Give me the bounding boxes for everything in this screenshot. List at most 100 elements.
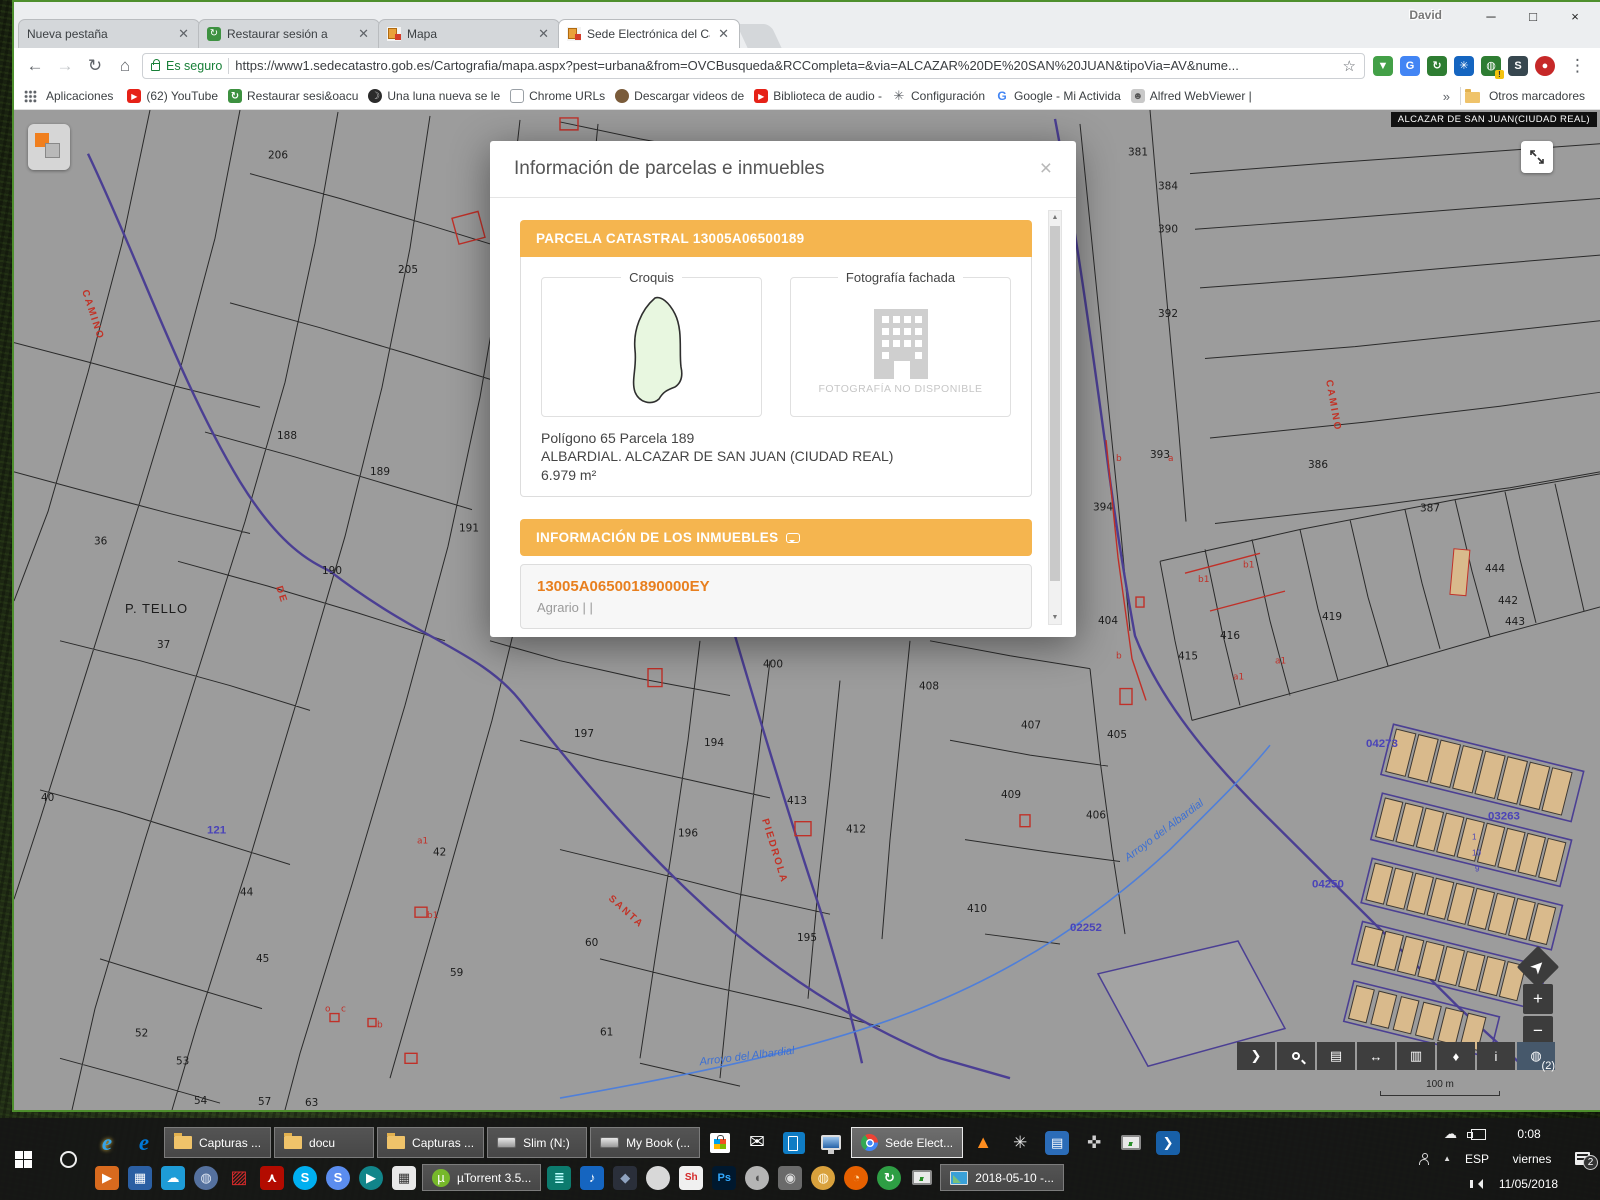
address-bar[interactable]: Es seguro https://www1.sedecatastro.gob.…	[142, 53, 1365, 79]
taskbar-window-utorrent[interactable]: µµTorrent 3.5...	[422, 1164, 541, 1191]
inmueble-card[interactable]: 13005A065001890000EY Agrario | |	[520, 564, 1032, 629]
street-view-icon[interactable]: ◍(2)	[1517, 1042, 1555, 1070]
people-icon[interactable]	[1419, 1159, 1429, 1165]
speaker-icon[interactable]	[1473, 1179, 1483, 1189]
translate-extension-icon[interactable]: G	[1400, 56, 1420, 76]
network-icon[interactable]	[1471, 1129, 1486, 1140]
calculator-icon-button[interactable]: ▦	[389, 1165, 419, 1191]
back-icon[interactable]: ←	[22, 53, 48, 79]
camera-app-icon-button[interactable]: ◉	[775, 1165, 805, 1191]
microsoft-store-icon-button[interactable]	[703, 1127, 737, 1159]
taskbar-window-capturas-1[interactable]: Capturas ...	[164, 1127, 271, 1158]
tab-close-icon[interactable]: ✕	[176, 26, 191, 42]
admin-tools-icon-button[interactable]: ✜	[1077, 1127, 1111, 1159]
presentation-app-icon-button[interactable]: ▤	[1040, 1127, 1074, 1159]
tab-restaurar-sesi-oacut[interactable]: ↻Restaurar sesión a✕	[198, 19, 380, 48]
mail-icon-button[interactable]: ✉	[740, 1127, 774, 1159]
bookmarks-overflow-icon[interactable]: »	[1437, 89, 1456, 104]
download-arrow-extension-icon[interactable]: ▼	[1373, 56, 1393, 76]
your-phone-icon-button[interactable]	[777, 1127, 811, 1159]
tab-mapa[interactable]: Mapa✕	[378, 19, 560, 48]
taskbar-window-photo-date[interactable]: 2018-05-10 -...	[940, 1164, 1064, 1191]
new-tab-button[interactable]	[736, 24, 781, 48]
close-button[interactable]: ×	[1554, 4, 1596, 28]
monitor-green-icon-button[interactable]	[907, 1165, 937, 1191]
media-player-icon-button[interactable]: ▶	[92, 1165, 122, 1191]
satellite-dish-app-icon-button[interactable]: ◖	[742, 1165, 772, 1191]
bookmark-chrome-urls[interactable]: Chrome URLs	[505, 87, 610, 105]
powershell-icon-button[interactable]: ❯	[1151, 1127, 1185, 1159]
blue-wheel-extension-icon[interactable]: ✳	[1454, 56, 1474, 76]
layer-switcher-widget[interactable]	[28, 124, 70, 170]
taskbar-window-docu[interactable]: docu	[274, 1127, 374, 1158]
modal-scrollbar[interactable]: ▲ ▼	[1048, 210, 1062, 625]
settings-gear-icon-button[interactable]: ✳	[1003, 1127, 1037, 1159]
url-text[interactable]: https://www1.sedecatastro.gob.es/Cartogr…	[235, 58, 1336, 73]
search-icon[interactable]	[1277, 1042, 1315, 1070]
tab-nueva-pesta-a[interactable]: Nueva pestaña✕	[18, 19, 200, 48]
red-bars-app-icon-button[interactable]: ▨	[224, 1165, 254, 1191]
start-button[interactable]	[0, 1151, 46, 1168]
measure-icon[interactable]: ↔	[1357, 1042, 1395, 1070]
globe-extension-icon[interactable]: ◍!	[1481, 56, 1501, 76]
remote-desktop-icon-button[interactable]	[814, 1127, 848, 1159]
taskbar-window-capturas-2[interactable]: Capturas ...	[377, 1127, 484, 1158]
bookmark-restaurar-sesi-oacu[interactable]: ↻Restaurar sesi&oacu	[223, 87, 363, 105]
scroll-down-icon[interactable]: ▼	[1049, 611, 1061, 624]
bookmark-google-mi-activida[interactable]: GGoogle - Mi Activida	[990, 87, 1126, 105]
photoshop-icon-button[interactable]: Ps	[709, 1165, 739, 1191]
bookmark-descargar-videos-de[interactable]: Descargar videos de	[610, 87, 749, 105]
bookmark-alfred-webviewer-[interactable]: ☻Alfred WebViewer |	[1126, 87, 1257, 105]
cortana-button[interactable]	[46, 1151, 90, 1168]
layers-icon[interactable]: ▤	[1317, 1042, 1355, 1070]
globe-wire-icon-button[interactable]: ◍	[191, 1165, 221, 1191]
forward-icon[interactable]: →	[52, 53, 78, 79]
scroll-thumb[interactable]	[1050, 226, 1060, 581]
dark-app-icon-button[interactable]: ◆	[610, 1165, 640, 1191]
bookmark-configuraci-n[interactable]: ✳Configuración	[887, 87, 990, 105]
bookmark-star-icon[interactable]: ☆	[1343, 57, 1356, 75]
zoom-in-button[interactable]: +	[1523, 984, 1553, 1014]
tab-sede-electr-nica-del[interactable]: Sede Electrónica del Cata✕	[558, 19, 740, 48]
edge-icon-button[interactable]: e	[127, 1127, 161, 1159]
bookmark-una-luna-nueva-se-le[interactable]: ☽Una luna nueva se le	[363, 87, 505, 105]
sphere-app-icon-button[interactable]	[643, 1165, 673, 1191]
scroll-up-icon[interactable]: ▲	[1049, 211, 1061, 224]
maximize-button[interactable]: □	[1512, 4, 1554, 28]
tab-close-icon[interactable]: ✕	[536, 26, 551, 42]
bookmark-apps[interactable]: Aplicaciones	[41, 87, 118, 105]
cloud-app-icon-button[interactable]: ☁	[158, 1165, 188, 1191]
internet-explorer-icon-button[interactable]: e	[90, 1127, 124, 1159]
recycle-sync-icon-button[interactable]: ↻	[874, 1165, 904, 1191]
s-app-icon-button[interactable]: S	[323, 1165, 353, 1191]
pin-icon[interactable]: ♦	[1437, 1042, 1475, 1070]
pan-arrow-icon[interactable]: ❯	[1237, 1042, 1275, 1070]
clock-time[interactable]: 0:08	[1500, 1127, 1558, 1141]
cadastral-reference-link[interactable]: 13005A065001890000EY	[537, 578, 1015, 595]
minimize-button[interactable]: ─	[1470, 4, 1512, 28]
other-bookmarks[interactable]: Otros marcadores	[1484, 87, 1590, 105]
clock-date[interactable]: 11/05/2018	[1499, 1177, 1558, 1191]
blue-notes-icon-button[interactable]: ♪	[577, 1165, 607, 1191]
terminal-teal-icon-button[interactable]: ≣	[544, 1165, 574, 1191]
sh-app-icon-button[interactable]: Sh	[676, 1165, 706, 1191]
tab-close-icon[interactable]: ✕	[356, 26, 371, 42]
taskbar-window-slim-drive[interactable]: Slim (N:)	[487, 1127, 587, 1158]
home-icon[interactable]: ⌂	[112, 53, 138, 79]
s-extension-icon[interactable]: S	[1508, 56, 1528, 76]
bookmark--62-youtube[interactable]: ▶(62) YouTube	[122, 87, 223, 105]
earth-yellow-icon-button[interactable]: ◍	[808, 1165, 838, 1191]
chrome-menu-icon[interactable]: ⋮	[1563, 56, 1592, 76]
tray-expand-icon[interactable]: ▲	[1443, 1154, 1451, 1163]
performance-monitor-icon-button[interactable]	[1114, 1127, 1148, 1159]
reload-icon[interactable]: ↻	[82, 53, 108, 79]
map-viewport[interactable]: 2062051881891911903637404244455253545763…	[14, 110, 1600, 1110]
firefox-icon-button[interactable]: ◔	[841, 1165, 871, 1191]
bookmark-biblioteca-de-audio-[interactable]: ▶Biblioteca de audio -	[749, 87, 887, 105]
session-buddy-extension-icon[interactable]: ↻	[1427, 56, 1447, 76]
fullscreen-button[interactable]	[1521, 141, 1553, 173]
taskbar-window-mybook-drive[interactable]: My Book (...	[590, 1127, 700, 1158]
locate-arrow-button[interactable]: ➤	[1517, 946, 1559, 988]
adblock-extension-icon[interactable]: ●	[1535, 56, 1555, 76]
teal-player-icon-button[interactable]: ▶	[356, 1165, 386, 1191]
